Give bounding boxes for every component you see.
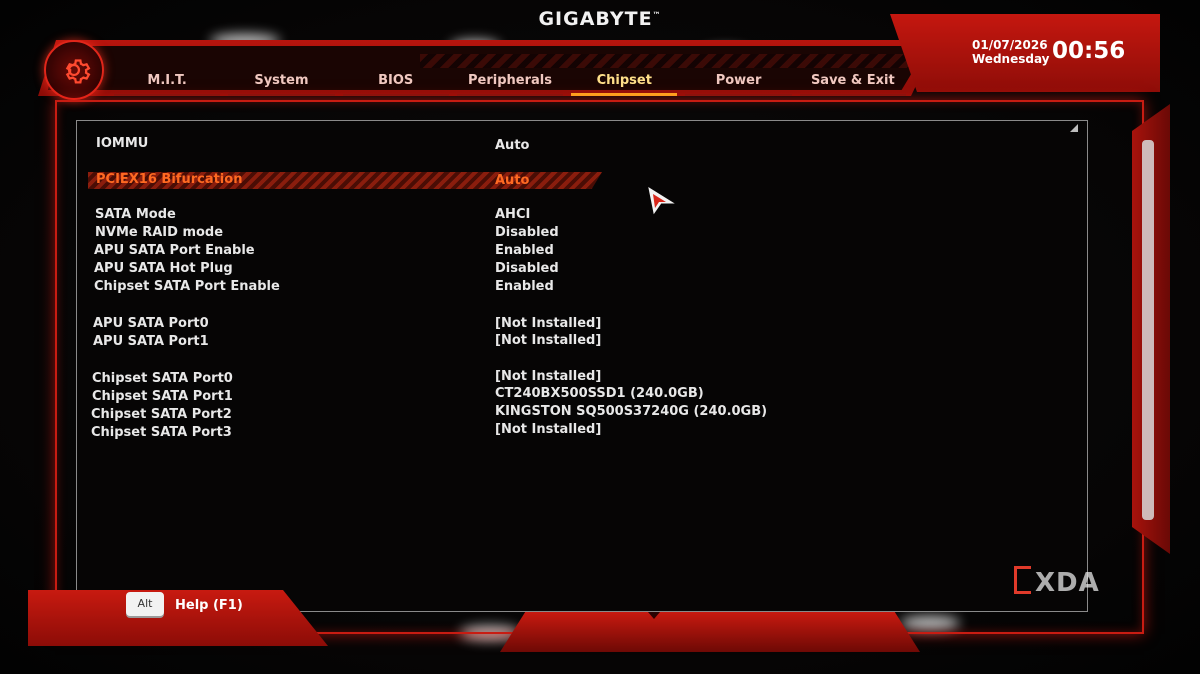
setting-value: [Not Installed] [495, 333, 602, 348]
bios-screen: GIGABYTE™ M.I.T. System BIOS Peripherals… [0, 0, 1200, 674]
tab-peripherals[interactable]: Peripherals [456, 68, 564, 96]
clock-date: 01/07/2026 Wednesday [972, 38, 1050, 66]
xda-logo-icon [1014, 566, 1031, 594]
clock-time: 00:56 [1052, 38, 1126, 64]
setting-label: Chipset SATA Port Enable [94, 279, 280, 294]
scroll-corner-icon [1070, 124, 1078, 132]
setting-value[interactable]: Auto [495, 138, 529, 153]
setting-value: [Not Installed] [495, 422, 602, 437]
setting-label: PCIEX16 Bifurcation [96, 172, 243, 187]
setting-value[interactable]: Auto [495, 173, 529, 188]
setting-value[interactable]: Enabled [495, 279, 554, 294]
setting-value: [Not Installed] [495, 316, 602, 331]
setting-label: Chipset SATA Port2 [91, 407, 232, 422]
setting-value: CT240BX500SSD1 (240.0GB) [495, 386, 704, 401]
tab-system[interactable]: System [228, 68, 335, 96]
day-text: Wednesday [972, 52, 1050, 66]
setting-value[interactable]: AHCI [495, 207, 530, 222]
xda-watermark: XDA [1014, 566, 1100, 598]
setting-label: APU SATA Port Enable [94, 243, 255, 258]
setting-value: KINGSTON SQ500S37240G (240.0GB) [495, 404, 768, 419]
setting-label: NVMe RAID mode [95, 225, 224, 240]
help-button[interactable]: Help (F1) [175, 598, 243, 613]
footer-center-bar [500, 612, 920, 652]
setting-label: APU SATA Port0 [93, 316, 209, 331]
alt-key-badge[interactable]: Alt [126, 592, 164, 616]
setting-label: Chipset SATA Port0 [92, 371, 233, 386]
settings-panel [76, 120, 1088, 612]
scrollbar[interactable] [1142, 140, 1154, 520]
tab-bios[interactable]: BIOS [342, 68, 449, 96]
setting-label: SATA Mode [95, 207, 176, 222]
setting-value[interactable]: Enabled [495, 243, 554, 258]
tab-save-exit[interactable]: Save & Exit [799, 68, 906, 96]
gear-icon [65, 59, 91, 84]
date-text: 01/07/2026 [972, 38, 1048, 52]
setting-label: APU SATA Hot Plug [94, 261, 233, 276]
footer-notch-icon [648, 612, 660, 619]
tab-power[interactable]: Power [685, 68, 792, 96]
setting-value[interactable]: Disabled [495, 261, 559, 276]
header-stripe-decoration [420, 54, 910, 68]
mouse-cursor-icon [648, 186, 675, 215]
setting-label: APU SATA Port1 [93, 334, 209, 349]
setting-label: Chipset SATA Port3 [91, 425, 232, 440]
tab-mit[interactable]: M.I.T. [114, 68, 221, 96]
setting-value: [Not Installed] [495, 369, 602, 384]
tab-chipset[interactable]: Chipset [571, 68, 678, 96]
settings-gear-button[interactable] [44, 40, 104, 100]
main-tabs: M.I.T. System BIOS Peripherals Chipset P… [110, 68, 910, 96]
setting-value[interactable]: Disabled [495, 225, 559, 240]
setting-label: IOMMU [96, 136, 149, 151]
setting-label: Chipset SATA Port1 [92, 389, 233, 404]
